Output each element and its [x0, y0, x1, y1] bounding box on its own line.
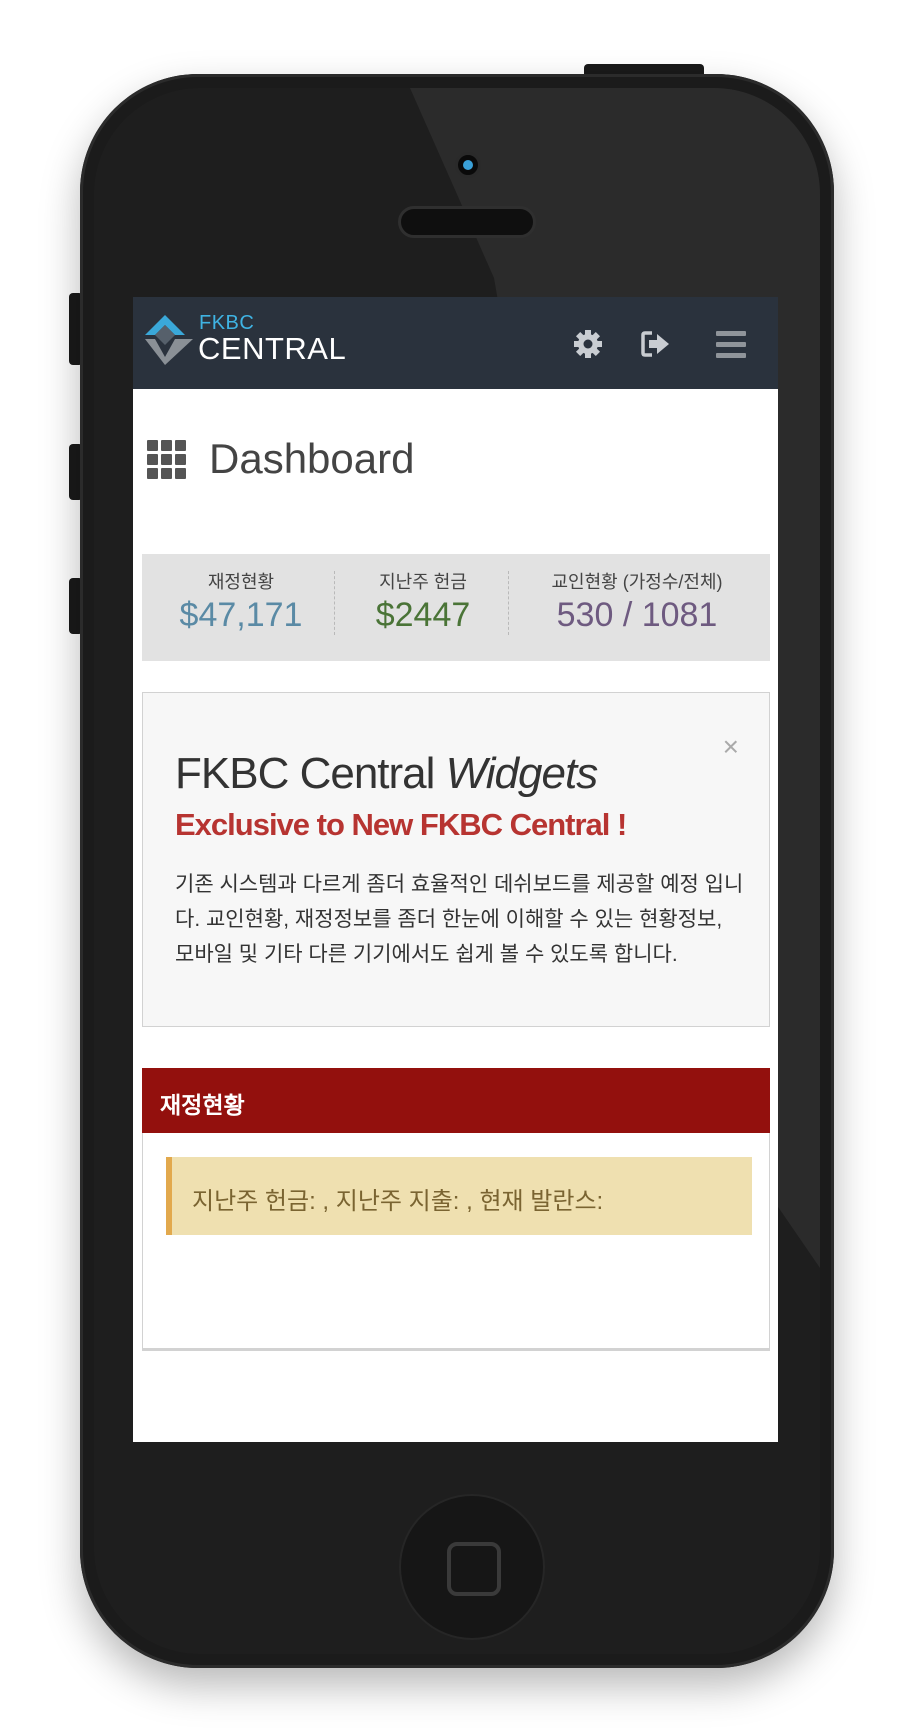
- front-camera: [455, 152, 481, 178]
- finance-alert-text: 지난주 헌금: , 지난주 지출: , 현재 발란스:: [192, 1188, 604, 1215]
- earpiece-speaker: [398, 206, 536, 238]
- widgets-announcement: × FKBC Central Widgets Exclusive to New …: [142, 692, 770, 1027]
- stat-divider: [334, 571, 335, 635]
- finance-panel-header: 재정현황: [142, 1068, 770, 1133]
- widget-title: FKBC Central Widgets: [175, 749, 599, 799]
- widget-body-text: 기존 시스템과 다르게 좀더 효율적인 데쉬보드를 제공할 예정 입니다. 교인…: [175, 873, 744, 966]
- navbar: FKBC CENTRAL: [133, 297, 778, 389]
- widget-subtitle: Exclusive to New FKBC Central !: [175, 807, 627, 842]
- stat-members: 교인현황 (가정수/전체) 530 / 1081: [514, 570, 760, 636]
- stats-bar: 재정현황 $47,171 지난주 헌금 $2447 교인현황 (가정수/전체) …: [142, 554, 770, 661]
- hamburger-menu-icon[interactable]: [715, 328, 747, 360]
- stat-divider: [508, 571, 509, 635]
- home-button-square: [447, 1542, 501, 1596]
- stat-finance-label: 재정현황: [207, 572, 275, 592]
- sign-out-icon[interactable]: [641, 330, 671, 358]
- stat-finance-value: $47,171: [179, 596, 303, 634]
- stat-members-label: 교인현황 (가정수/전체): [551, 572, 723, 592]
- close-icon[interactable]: ×: [723, 733, 739, 761]
- finance-alert: 지난주 헌금: , 지난주 지출: , 현재 발란스:: [166, 1157, 752, 1235]
- screen: FKBC CENTRAL Dashboard 재정현황 $47,171 지난주 …: [133, 297, 778, 1442]
- stat-offering-value: $2447: [375, 596, 471, 634]
- home-button[interactable]: [399, 1494, 545, 1640]
- stat-finance: 재정현황 $47,171: [142, 570, 340, 636]
- stat-offering: 지난주 헌금 $2447: [338, 570, 508, 636]
- finance-panel-title: 재정현황: [160, 1092, 245, 1118]
- page-title: Dashboard: [209, 435, 415, 482]
- stat-members-value: 530 / 1081: [556, 596, 718, 634]
- finance-panel: 재정현황 지난주 헌금: , 지난주 지출: , 현재 발란스:: [142, 1068, 770, 1351]
- gear-icon[interactable]: [573, 329, 603, 359]
- stat-offering-label: 지난주 헌금: [379, 572, 467, 592]
- grid-icon: [147, 440, 186, 479]
- widget-title-italic: Widgets: [445, 749, 599, 798]
- logo-text-bottom: CENTRAL: [198, 331, 347, 366]
- logo-mark-icon[interactable]: [143, 313, 195, 365]
- widget-title-plain: FKBC Central: [175, 749, 446, 798]
